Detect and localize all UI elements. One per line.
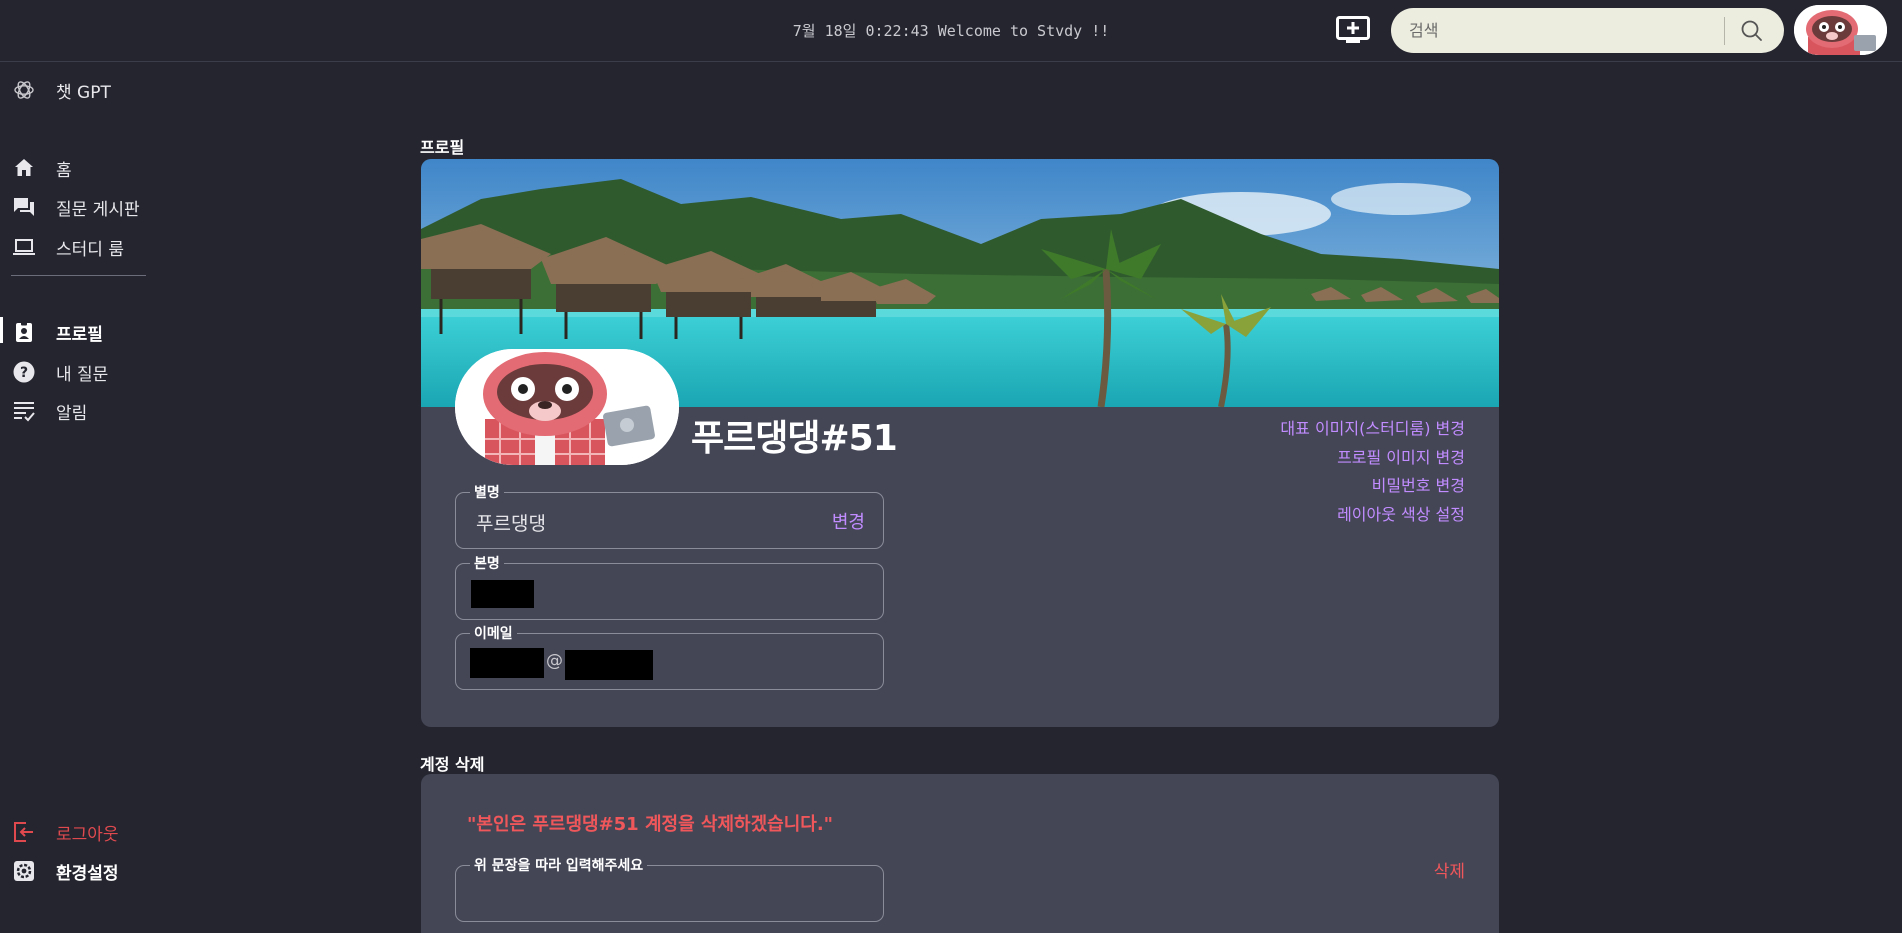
top-header: 7월 18일 0:22:43 Welcome to Stvdy !! — [0, 0, 1902, 62]
sidebar-item-my-questions[interactable]: ? 내 질문 — [0, 353, 160, 387]
sidebar-item-notifications[interactable]: 알림 — [0, 392, 160, 426]
real-name-field: 본명 — [455, 553, 884, 620]
question-icon: ? — [13, 361, 35, 383]
delete-account-button[interactable]: 삭제 — [1434, 857, 1465, 882]
delete-account-card: "본인은 푸르댕댕#51 계정을 삭제하겠습니다." 위 문장을 따라 입력해주… — [421, 774, 1499, 933]
sidebar-item-study-room[interactable]: 스터디 룸 — [0, 228, 160, 262]
profile-section-title: 프로필 — [420, 138, 465, 157]
logout-icon — [14, 822, 33, 842]
sidebar-item-label: 환경설정 — [56, 864, 119, 884]
search-input[interactable] — [1409, 16, 1709, 44]
nickname-field: 별명 푸르댕댕 변경 — [455, 482, 884, 549]
raccoon-avatar-icon — [1794, 5, 1887, 55]
home-icon — [15, 159, 33, 176]
sidebar-item-label: 프로필 — [56, 325, 103, 345]
sidebar-item-label: 챗 GPT — [56, 83, 111, 103]
forum-icon — [14, 198, 34, 216]
sidebar-item-label: 스터디 룸 — [56, 240, 124, 260]
sidebar: 챗 GPT 홈 질문 게시판 스터디 룸 프로필 ? 내 질문 알림 로그아웃 … — [0, 63, 160, 933]
search-divider — [1724, 17, 1725, 45]
real-name-redacted — [471, 580, 534, 608]
sidebar-item-forum[interactable]: 질문 게시판 — [0, 188, 160, 222]
profile-avatar[interactable] — [455, 349, 679, 465]
sidebar-divider — [11, 275, 146, 276]
search-box — [1391, 8, 1784, 53]
email-local-redacted — [470, 648, 544, 678]
nickname-label: 별명 — [470, 482, 504, 502]
laptop-icon — [13, 239, 35, 255]
profile-username: 푸르댕댕#51 — [691, 418, 898, 459]
svg-text:?: ? — [20, 365, 28, 381]
gear-icon — [14, 861, 34, 881]
change-nickname-button[interactable]: 변경 — [832, 508, 865, 534]
notification-list-icon — [14, 402, 35, 422]
monitor-plus-icon — [1336, 16, 1370, 43]
chatgpt-icon — [14, 81, 34, 99]
delete-confirm-label: 위 문장을 따라 입력해주세요 — [470, 855, 648, 875]
change-password-link[interactable]: 비밀번호 변경 — [1280, 472, 1465, 501]
sidebar-item-label: 내 질문 — [56, 365, 109, 385]
sidebar-item-label: 질문 게시판 — [56, 200, 140, 220]
email-field: 이메일 @ — [455, 623, 884, 690]
delete-section-title: 계정 삭제 — [420, 755, 485, 774]
search-icon — [1741, 20, 1762, 41]
sidebar-item-label: 홈 — [56, 161, 72, 181]
email-domain-redacted — [565, 650, 653, 680]
profile-badge-icon — [16, 321, 32, 342]
nickname-value: 푸르댕댕 — [476, 513, 546, 535]
sidebar-item-profile[interactable]: 프로필 — [0, 313, 160, 347]
real-name-label: 본명 — [470, 553, 504, 573]
sidebar-item-chatgpt[interactable]: 챗 GPT — [0, 71, 160, 105]
change-banner-link[interactable]: 대표 이미지(스터디룸) 변경 — [1280, 415, 1465, 444]
sidebar-item-label: 알림 — [56, 404, 88, 424]
sidebar-item-logout[interactable]: 로그아웃 — [0, 813, 160, 847]
email-at-sign: @ — [546, 651, 563, 671]
delete-confirm-sentence: "본인은 푸르댕댕#51 계정을 삭제하겠습니다." — [467, 814, 834, 835]
profile-settings-links: 대표 이미지(스터디룸) 변경 프로필 이미지 변경 비밀번호 변경 레이아웃 … — [1280, 415, 1465, 529]
change-profile-image-link[interactable]: 프로필 이미지 변경 — [1280, 444, 1465, 473]
sidebar-item-home[interactable]: 홈 — [0, 149, 160, 183]
delete-confirm-field: 위 문장을 따라 입력해주세요 — [455, 855, 884, 922]
add-screen-button[interactable] — [1336, 16, 1370, 44]
profile-card: 푸르댕댕#51 대표 이미지(스터디룸) 변경 프로필 이미지 변경 비밀번호 … — [421, 159, 1499, 727]
layout-color-settings-link[interactable]: 레이아웃 색상 설정 — [1280, 501, 1465, 530]
email-label: 이메일 — [470, 623, 517, 643]
sidebar-item-label: 로그아웃 — [56, 825, 119, 845]
raccoon-avatar-icon — [455, 349, 679, 465]
sidebar-item-settings[interactable]: 환경설정 — [0, 852, 160, 886]
search-button[interactable] — [1739, 18, 1765, 44]
header-avatar[interactable] — [1794, 5, 1887, 55]
